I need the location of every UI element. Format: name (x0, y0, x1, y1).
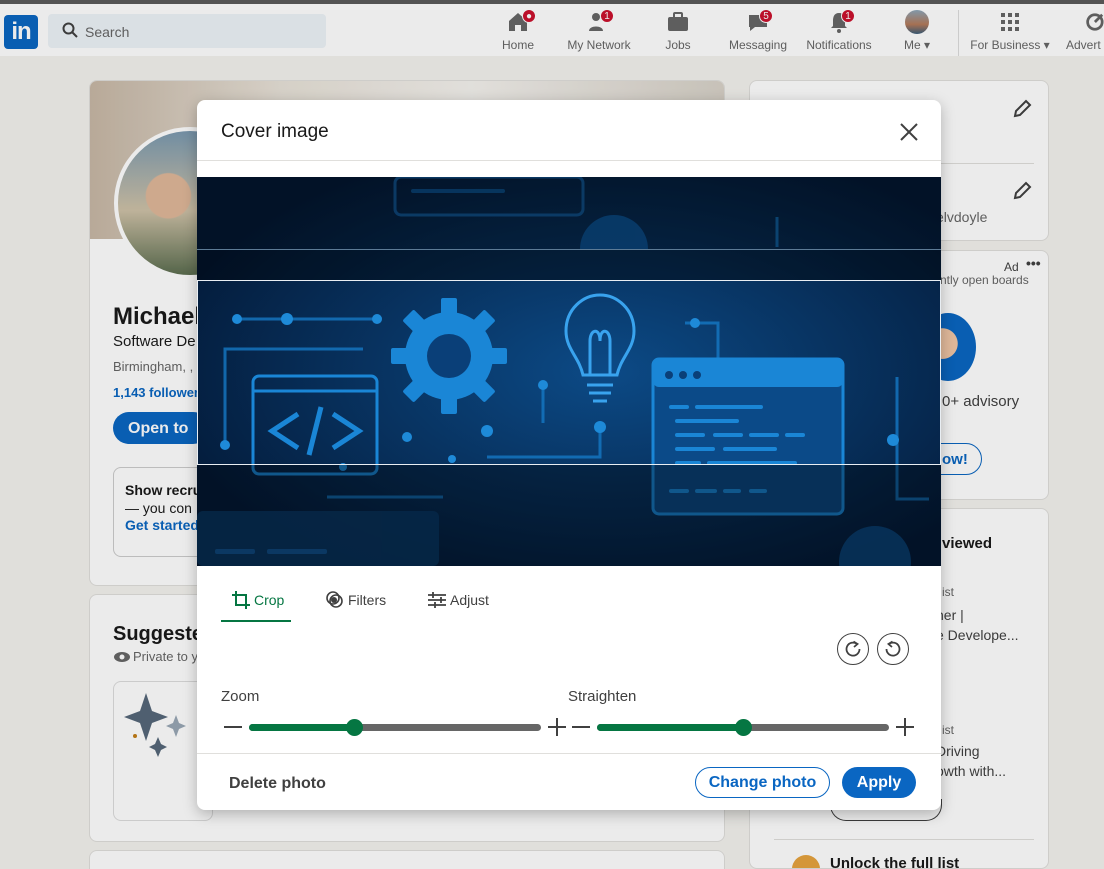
cover-image-preview[interactable] (197, 177, 941, 566)
dialog-title: Cover image (221, 121, 329, 142)
zoom-slider[interactable] (249, 719, 541, 736)
change-photo-button[interactable]: Change photo (695, 767, 830, 798)
straighten-increase-icon[interactable] (895, 717, 915, 737)
straighten-slider-thumb[interactable] (735, 719, 752, 736)
tab-crop-label: Crop (254, 592, 285, 608)
rotate-counterclockwise-icon (885, 640, 901, 657)
cover-image-dialog: Cover image Crop Filters Adjust Zoom Str… (197, 100, 941, 810)
zoom-out-icon[interactable] (223, 717, 243, 737)
filters-icon (326, 591, 343, 608)
apply-button[interactable]: Apply (842, 767, 916, 798)
tab-crop[interactable]: Crop (231, 590, 284, 610)
straighten-slider-fill (597, 724, 743, 731)
header-divider (197, 160, 941, 161)
rotate-clockwise-button[interactable] (837, 633, 869, 665)
straighten-slider[interactable] (597, 719, 889, 736)
active-tab-indicator (221, 620, 291, 622)
delete-photo-button[interactable]: Delete photo (221, 768, 334, 800)
tab-filters-label: Filters (348, 592, 387, 608)
tab-adjust-label: Adjust (450, 592, 489, 608)
gear-icon (391, 298, 507, 414)
zoom-slider-thumb[interactable] (346, 719, 364, 736)
rotate-counterclockwise-button[interactable] (877, 633, 909, 665)
straighten-label: Straighten (568, 688, 637, 705)
zoom-in-icon[interactable] (547, 717, 567, 737)
straighten-decrease-icon[interactable] (571, 717, 591, 737)
footer-divider (197, 753, 941, 754)
close-icon[interactable] (895, 118, 923, 146)
zoom-slider-fill (249, 724, 355, 731)
sliders-icon (428, 592, 446, 608)
rotate-clockwise-icon (845, 640, 861, 657)
tab-adjust[interactable]: Adjust (427, 590, 489, 610)
zoom-label: Zoom (221, 688, 260, 705)
tab-filters[interactable]: Filters (325, 590, 386, 610)
crop-icon (232, 591, 250, 609)
